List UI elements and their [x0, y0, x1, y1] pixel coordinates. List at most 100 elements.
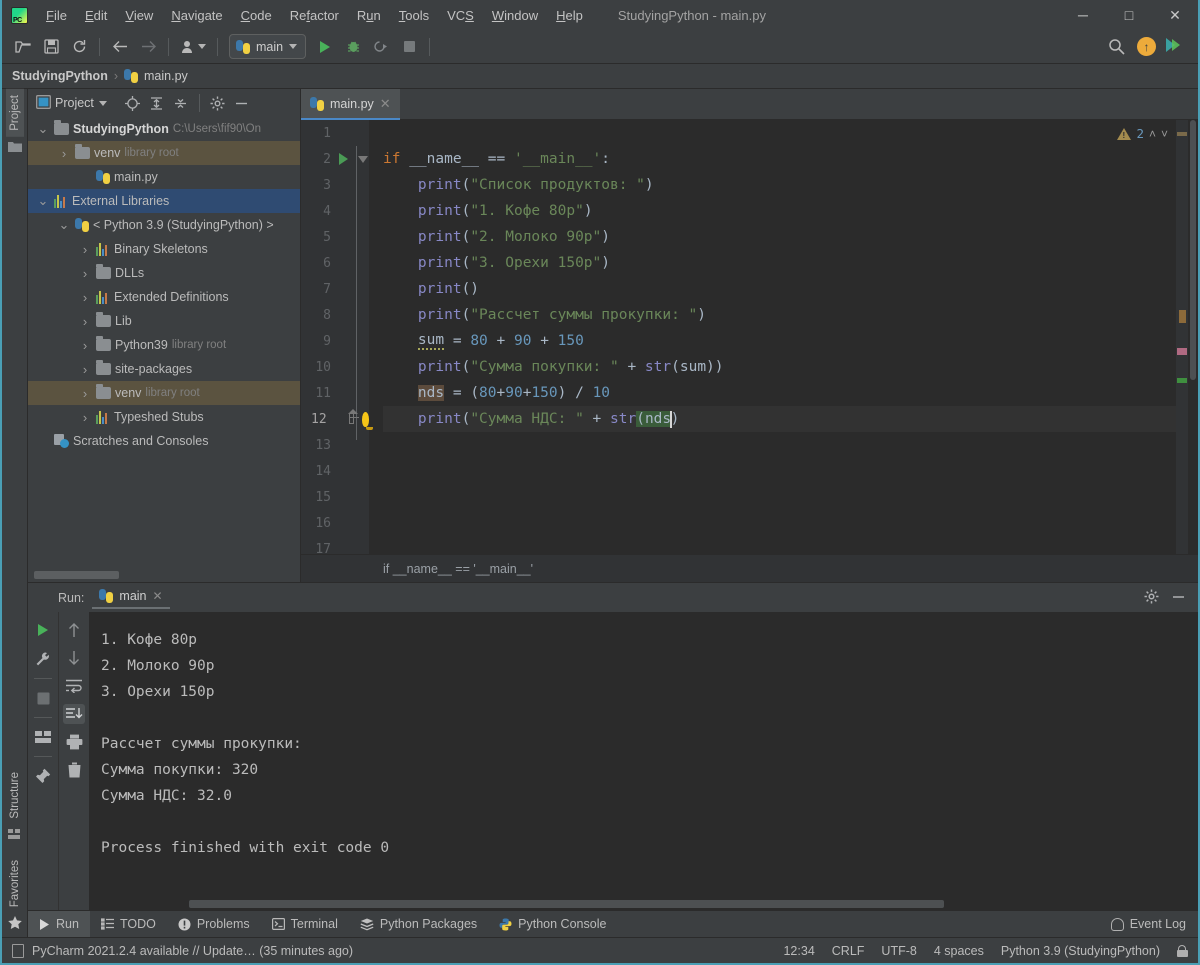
tree-item[interactable]: ›Extended Definitions	[28, 285, 300, 309]
tree-item[interactable]: ›DLLs	[28, 261, 300, 285]
bottom-tab-python-packages[interactable]: Python Packages	[349, 911, 488, 937]
tree-item[interactable]: ›venvlibrary root	[28, 141, 300, 165]
marker-stripe[interactable]	[1176, 120, 1188, 554]
rerun-button[interactable]	[32, 620, 54, 640]
menu-navigate[interactable]: Navigate	[162, 4, 231, 27]
chevron-right-icon[interactable]: ›	[57, 146, 71, 161]
scroll-to-end-icon[interactable]	[63, 704, 85, 724]
stop-button[interactable]	[32, 688, 54, 708]
minimize-panel-icon[interactable]	[1171, 589, 1186, 607]
soft-wrap-icon[interactable]	[63, 676, 85, 696]
tool-tab-structure[interactable]: Structure	[6, 766, 24, 825]
code-line[interactable]: print("Сумма покупки: " + str(sum))	[383, 354, 1176, 380]
run-button[interactable]	[312, 34, 338, 60]
code-line[interactable]: print("Список продуктов: ")	[383, 172, 1176, 198]
breadcrumb-file[interactable]: main.py	[144, 69, 188, 83]
code-line[interactable]: print("Сумма НДС: " + str(nds)	[383, 406, 1176, 432]
tool-tab-favorites[interactable]: Favorites	[6, 854, 24, 913]
save-icon[interactable]	[38, 34, 64, 60]
menu-code[interactable]: Code	[232, 4, 281, 27]
code-line[interactable]	[383, 510, 1176, 536]
up-arrow-icon[interactable]	[63, 620, 85, 640]
chevron-right-icon[interactable]: ›	[78, 314, 92, 329]
gutter-line[interactable]: 2	[301, 146, 369, 172]
down-arrow-icon[interactable]	[63, 648, 85, 668]
marker-warning[interactable]	[1177, 132, 1187, 136]
tree-item[interactable]: ⌄StudyingPythonC:\Users\fif90\On	[28, 117, 300, 141]
caret-position[interactable]: 12:34	[783, 944, 814, 958]
collapse-all-icon[interactable]	[171, 93, 191, 113]
gutter-line[interactable]: 17	[301, 536, 369, 562]
code-content[interactable]: if __name__ == '__main__': print("Список…	[369, 120, 1176, 554]
gutter-line[interactable]: 9	[301, 328, 369, 354]
marker-added[interactable]	[1177, 378, 1187, 383]
bottom-tab-run[interactable]: Run	[28, 911, 90, 937]
sync-icon[interactable]	[66, 34, 92, 60]
close-button[interactable]: ✕	[1152, 0, 1198, 30]
expand-all-icon[interactable]	[147, 93, 167, 113]
project-chevron-down-icon[interactable]	[99, 101, 107, 106]
chevron-down-icon[interactable]: ˅	[1161, 127, 1168, 141]
chevron-right-icon[interactable]: ›	[78, 290, 92, 305]
editor-gutter[interactable]: 1234567891011121314151617	[301, 120, 369, 554]
tree-item[interactable]: ⌄< Python 3.9 (StudyingPython) >	[28, 213, 300, 237]
python-interpreter[interactable]: Python 3.9 (StudyingPython)	[1001, 944, 1160, 958]
editor-vscrollbar[interactable]	[1188, 120, 1198, 554]
bottom-tab-problems[interactable]: Problems	[167, 911, 261, 937]
gutter-line[interactable]: 12	[301, 406, 369, 432]
pin-tab-icon[interactable]	[32, 766, 54, 786]
close-icon[interactable]: ✕	[380, 96, 391, 112]
search-icon[interactable]	[1103, 34, 1129, 60]
run-gutter-icon[interactable]	[339, 153, 348, 165]
menu-vcs[interactable]: VCS	[438, 4, 483, 27]
run-coverage-button[interactable]	[368, 34, 394, 60]
chevron-right-icon[interactable]: ›	[78, 242, 92, 257]
bottom-tab-terminal[interactable]: Terminal	[261, 911, 349, 937]
inspection-widget[interactable]: 2 ˄ ˅	[1117, 126, 1168, 141]
gutter-line[interactable]: 8	[301, 302, 369, 328]
marker-usage[interactable]	[1179, 310, 1186, 323]
status-message[interactable]: PyCharm 2021.2.4 available // Update… (3…	[32, 944, 353, 958]
run-console-output[interactable]: 1. Кофе 80р2. Молоко 90р3. Орехи 150рРас…	[89, 612, 1198, 910]
tree-item[interactable]: ›Typeshed Stubs	[28, 405, 300, 429]
fold-start-icon[interactable]	[358, 156, 368, 163]
open-folder-icon[interactable]	[10, 34, 36, 60]
code-line[interactable]: print("Рассчет суммы прокупки: ")	[383, 302, 1176, 328]
gutter-line[interactable]: 6	[301, 250, 369, 276]
editor-breadcrumb-path[interactable]: if __name__ == '__main__'	[383, 562, 533, 576]
chevron-down-icon[interactable]: ⌄	[57, 217, 71, 233]
edit-configuration-icon[interactable]	[32, 649, 54, 669]
gutter-line[interactable]: 11	[301, 380, 369, 406]
update-available-icon[interactable]: ↑	[1137, 37, 1156, 56]
gutter-line[interactable]: 16	[301, 510, 369, 536]
tree-item[interactable]: ›Python39library root	[28, 333, 300, 357]
gutter-line[interactable]: 7	[301, 276, 369, 302]
notification-icon[interactable]	[12, 944, 24, 958]
menu-help[interactable]: Help	[547, 4, 592, 27]
datalore-icon[interactable]	[1164, 36, 1184, 57]
project-hscroll-thumb[interactable]	[34, 571, 119, 579]
navigate-back-icon[interactable]	[107, 34, 133, 60]
lock-icon[interactable]	[1177, 945, 1188, 957]
code-line[interactable]	[383, 536, 1176, 554]
trash-icon[interactable]	[63, 760, 85, 780]
stop-button[interactable]	[396, 34, 422, 60]
line-separator[interactable]: CRLF	[832, 944, 865, 958]
code-line[interactable]	[383, 484, 1176, 510]
console-hscroll-thumb[interactable]	[189, 900, 944, 908]
breadcrumb-project[interactable]: StudyingPython	[12, 69, 108, 83]
bottom-tab-todo[interactable]: TODO	[90, 911, 167, 937]
code-line[interactable]: print("2. Молоко 90р")	[383, 224, 1176, 250]
bottom-tab-python-console[interactable]: Python Console	[488, 911, 617, 937]
tree-item[interactable]: ⌄External Libraries	[28, 189, 300, 213]
gutter-line[interactable]: 4	[301, 198, 369, 224]
minimize-button[interactable]: ─	[1060, 0, 1106, 30]
menu-file[interactable]: File	[37, 4, 76, 27]
maximize-button[interactable]: □	[1106, 0, 1152, 30]
print-icon[interactable]	[63, 732, 85, 752]
navigate-forward-icon[interactable]	[135, 34, 161, 60]
layout-settings-icon[interactable]	[32, 727, 54, 747]
menu-view[interactable]: View	[116, 4, 162, 27]
locate-file-icon[interactable]	[123, 93, 143, 113]
debug-button[interactable]	[340, 34, 366, 60]
